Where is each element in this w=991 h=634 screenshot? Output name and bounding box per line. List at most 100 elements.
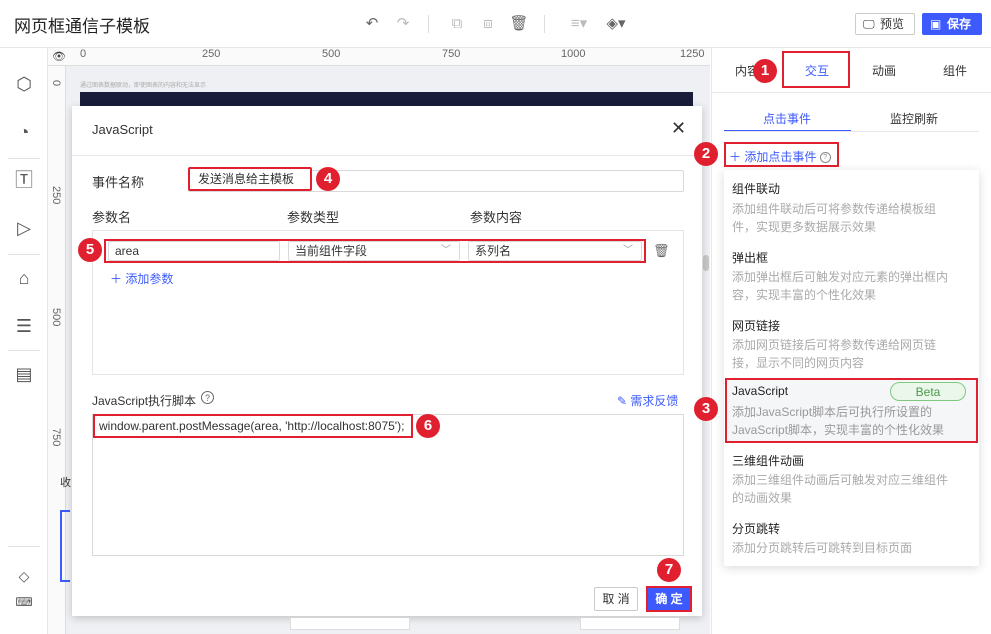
menu-item-3d-animation[interactable]: 三维组件动画	[732, 452, 804, 469]
pie-chart-icon[interactable]: ◔	[12, 120, 36, 144]
canvas-selection	[60, 510, 70, 582]
canvas-component[interactable]	[80, 92, 693, 106]
page-title: 网页框通信子模板	[14, 17, 150, 36]
dialog-header	[72, 106, 702, 156]
menu-item-popup[interactable]: 弹出框	[732, 249, 768, 266]
menu-item-weblink[interactable]: 网页链接	[732, 317, 780, 334]
preview-label: 预览	[880, 17, 905, 31]
trash-icon[interactable]: 🗑	[653, 243, 670, 259]
chevron-down-icon: ﹀	[441, 245, 451, 256]
help-icon[interactable]: ?	[819, 152, 831, 164]
script-label: JavaScript执行脚本	[92, 394, 197, 408]
redo-icon[interactable]: ↷	[393, 14, 413, 34]
text-icon[interactable]: 🅃	[12, 168, 36, 192]
param-type-value: 当前组件字段	[295, 244, 368, 258]
menu-item-desc: 添加网页链接后可将参数传递给网页链接，显示不同的网页内容	[732, 338, 937, 370]
add-param-label: 添加参数	[125, 272, 174, 286]
callout-2: 2	[694, 142, 718, 166]
menu-item-page-jump[interactable]: 分页跳转	[732, 520, 780, 537]
media-icon[interactable]: ▷	[12, 216, 36, 240]
undo-icon[interactable]: ↶	[362, 14, 382, 34]
param-content-value: 系列名	[475, 244, 512, 258]
edit-icon: ✎	[617, 394, 628, 408]
canvas-caption: 通过图表数据联动，即使图表的内容和无法显示	[80, 83, 207, 89]
callout-7: 7	[657, 558, 681, 582]
rail-divider	[8, 158, 40, 159]
rail-divider	[8, 350, 40, 351]
menu-item-desc: 添加JavaScript脚本后可执行所设置的JavaScript脚本，实现丰富的…	[732, 405, 945, 437]
plus-icon: ＋	[110, 272, 123, 286]
menu-item-javascript[interactable]: JavaScript	[732, 384, 788, 398]
archive-icon[interactable]: ▤	[12, 362, 36, 386]
ruler-mark: 750	[442, 48, 461, 60]
add-click-event-button[interactable]: ＋ 添加点击事件 ?	[729, 148, 831, 165]
tab-component[interactable]: 组件	[943, 62, 967, 79]
feedback-label: 需求反馈	[630, 394, 679, 408]
rail-divider	[8, 254, 40, 255]
script-code[interactable]: window.parent.postMessage(area, 'http://…	[93, 414, 413, 438]
save-button[interactable]: ▣ 保存	[922, 13, 982, 35]
ruler-mark: 750	[50, 428, 62, 447]
param-content-select[interactable]: 系列名 ﹀	[468, 241, 642, 261]
subtab-click-event[interactable]: 点击事件	[763, 110, 811, 127]
subtab-monitor-refresh[interactable]: 监控刷新	[890, 110, 938, 127]
beta-badge: Beta	[890, 382, 966, 401]
param-type-select[interactable]: 当前组件字段 ﹀	[288, 241, 460, 261]
layers-icon[interactable]: ◇	[12, 564, 36, 588]
canvas-input-partial	[580, 618, 680, 630]
align-icon[interactable]: ≡▾	[566, 14, 592, 34]
feedback-link[interactable]: ✎ 需求反馈	[617, 392, 678, 409]
callout-5: 5	[78, 238, 102, 262]
dialog-title: JavaScript	[92, 122, 153, 137]
ruler-mark: 500	[322, 48, 341, 60]
ruler-mark: 0	[80, 48, 87, 60]
canvas-side-text: 收	[60, 477, 71, 489]
param-type-header: 参数类型	[287, 210, 340, 225]
menu-item-desc: 添加三维组件动画后可触发对应三维组件的动画效果	[732, 473, 949, 505]
inbox-icon[interactable]: ⌂	[12, 266, 36, 290]
callout-3: 3	[694, 397, 718, 421]
menu-item-linkage[interactable]: 组件联动	[732, 180, 780, 197]
paste-icon[interactable]: ⧈	[478, 14, 498, 34]
toolbar-divider	[544, 15, 545, 33]
param-content-header: 参数内容	[470, 210, 523, 225]
save-icon: ▣	[930, 17, 942, 31]
layer-icon[interactable]: ◈▾	[603, 14, 629, 34]
canvas-scrollbar[interactable]	[703, 255, 709, 271]
close-icon[interactable]: ✕	[671, 118, 686, 139]
delete-icon[interactable]: 🗑	[509, 14, 529, 34]
ruler-mark: 250	[202, 48, 221, 60]
param-name-input[interactable]: area	[108, 241, 280, 261]
tab-interaction[interactable]: 交互	[805, 62, 829, 79]
menu-item-desc: 添加组件联动后可将参数传递给模板组件，实现更多数据展示效果	[732, 202, 937, 234]
rail-divider	[8, 546, 40, 547]
ok-button[interactable]: 确 定	[646, 586, 692, 612]
event-name-value[interactable]: 发送消息给主模板	[188, 167, 312, 191]
eye-icon[interactable]: 👁	[52, 50, 66, 63]
subtab-divider	[724, 131, 979, 132]
menu-item-desc: 添加分页跳转后可跳转到目标页面	[732, 541, 913, 555]
ruler-mark: 1250	[680, 48, 705, 60]
menu-item-desc: 添加弹出框后可触发对应元素的弹出框内容，实现丰富的个性化效果	[732, 270, 949, 302]
param-name-header: 参数名	[92, 210, 132, 225]
table-icon[interactable]: ☰	[12, 314, 36, 338]
event-name-label: 事件名称	[92, 175, 145, 190]
save-label: 保存	[947, 17, 972, 31]
callout-6: 6	[416, 414, 440, 438]
add-param-button[interactable]: ＋ 添加参数	[110, 270, 173, 287]
help-icon[interactable]: ?	[201, 391, 214, 404]
cube-icon[interactable]: ⬡	[12, 72, 36, 96]
cancel-button[interactable]: 取 消	[594, 587, 638, 611]
toolbar-divider	[428, 15, 429, 33]
ruler-top	[48, 48, 710, 66]
preview-button[interactable]: 🖵 预览	[855, 13, 915, 35]
keyboard-icon[interactable]: ⌨	[12, 590, 36, 614]
chevron-down-icon: ﹀	[623, 245, 633, 256]
ruler-mark: 0	[50, 80, 62, 87]
tab-animation[interactable]: 动画	[872, 62, 896, 79]
callout-1: 1	[753, 59, 777, 83]
plus-icon: ＋	[729, 150, 742, 164]
copy-icon[interactable]: ⧉	[447, 14, 467, 34]
ruler-mark: 1000	[561, 48, 586, 60]
canvas-input-partial	[290, 618, 410, 630]
